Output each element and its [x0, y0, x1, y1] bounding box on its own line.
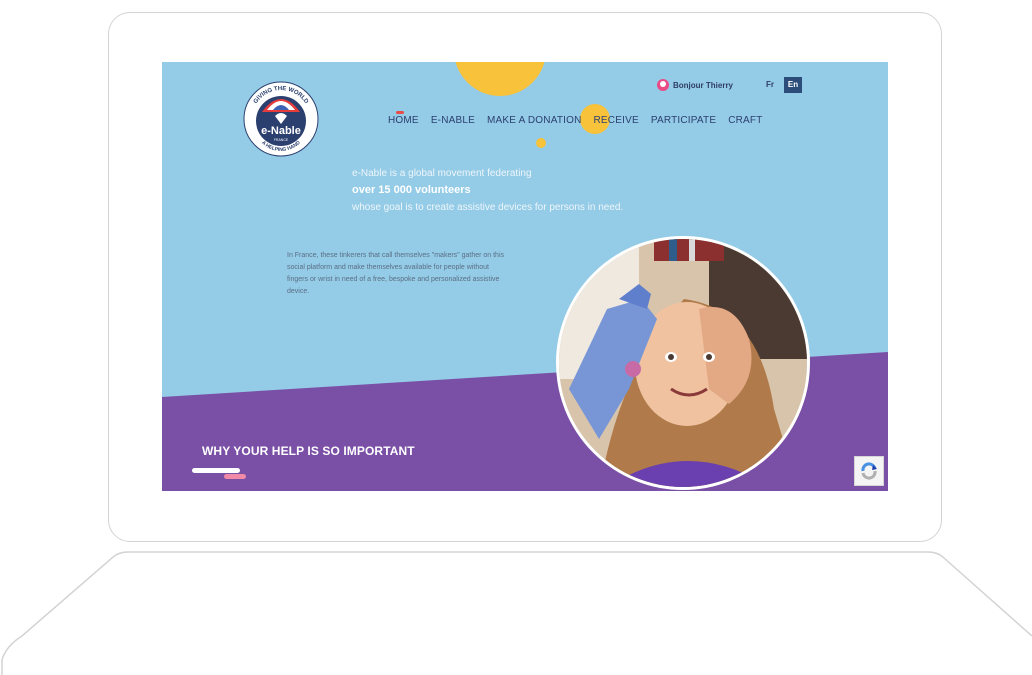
user-greeting-text: Bonjour Thierry [673, 80, 734, 90]
body-paragraph: In France, these tinkerers that call the… [287, 252, 505, 295]
user-greeting[interactable]: Bonjour Thierry [657, 79, 733, 91]
section-title: WHY YOUR HELP IS SO IMPORTANT [202, 444, 415, 458]
title-underline-white [192, 468, 240, 473]
yellow-dot-decoration [536, 138, 546, 148]
language-en-button[interactable]: En [784, 77, 802, 93]
nav-make-a-donation[interactable]: MAKE A DONATION [487, 115, 582, 126]
child-with-prosthetic-hand-image [559, 239, 807, 487]
main-nav: HOME E-NABLE MAKE A DONATION RECEIVE PAR… [388, 111, 763, 126]
recaptcha-icon [861, 462, 877, 480]
nav-receive[interactable]: RECEIVE [594, 115, 639, 126]
logo-brand: e-Nable [261, 125, 301, 137]
language-fr-button[interactable]: Fr [762, 78, 778, 92]
user-avatar-icon [657, 79, 669, 91]
nav-home[interactable]: HOME [388, 111, 419, 126]
enable-france-logo[interactable]: GIVING THE WORLD A HELPING HAND e-Nable … [242, 80, 320, 158]
laptop-base [1, 551, 1032, 675]
nav-craft[interactable]: CRAFT [728, 115, 762, 126]
hero-photo [556, 236, 810, 490]
intro-line-1: e-Nable is a global movement federating [352, 168, 532, 179]
intro-line-3: whose goal is to create assistive device… [352, 202, 624, 213]
logo-country: FRANCE [274, 138, 289, 142]
website-screen: GIVING THE WORLD A HELPING HAND e-Nable … [162, 62, 888, 491]
recaptcha-badge[interactable] [854, 456, 884, 486]
nav-participate[interactable]: PARTICIPATE [651, 115, 716, 126]
title-underline-pink [224, 474, 246, 479]
intro-line-2: over 15 000 volunteers [352, 184, 471, 196]
intro-text: e-Nable is a global movement federating … [352, 165, 623, 216]
nav-e-nable[interactable]: E-NABLE [431, 115, 475, 126]
